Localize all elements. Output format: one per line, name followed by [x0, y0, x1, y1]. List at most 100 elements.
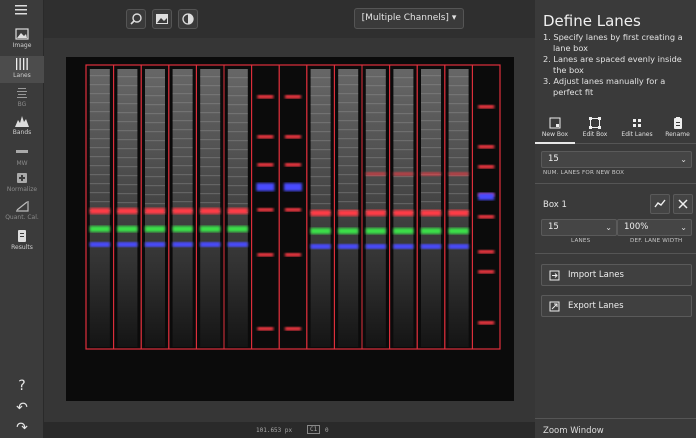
- image-adjust-icon: [156, 14, 168, 24]
- faint-band: [227, 86, 248, 88]
- import-icon: [549, 270, 560, 281]
- faint-band: [200, 85, 221, 87]
- channel-select[interactable]: [Multiple Channels] ▾: [354, 8, 464, 29]
- faint-band: [145, 185, 165, 187]
- tool-results[interactable]: Results: [0, 230, 44, 254]
- red-band: [338, 210, 359, 216]
- cursor-coordinates: 101.653 px: [256, 427, 293, 434]
- faint-band: [448, 94, 469, 96]
- faint-band: [227, 113, 248, 115]
- faint-band: [89, 93, 110, 95]
- tool-mw[interactable]: MW: [0, 146, 44, 168]
- faint-band: [393, 185, 414, 187]
- lane-width-value: 100%: [624, 222, 649, 232]
- faint-band: [145, 194, 165, 196]
- faint-band: [89, 156, 110, 158]
- faint-band: [200, 175, 221, 177]
- tool-image[interactable]: Image: [0, 28, 44, 54]
- lanes-icon: [16, 58, 28, 70]
- faint-band: [200, 112, 221, 114]
- tab-rename[interactable]: Rename: [659, 114, 696, 144]
- tab-new-box[interactable]: New Box: [535, 114, 575, 144]
- num-lanes-select[interactable]: 15 ⌄: [541, 151, 692, 168]
- blue-band: [145, 242, 165, 247]
- marker-band: [257, 135, 274, 139]
- tool-lanes[interactable]: Lanes: [0, 56, 44, 83]
- faint-band: [117, 130, 138, 132]
- faint-band: [365, 121, 386, 123]
- delete-box-button[interactable]: [673, 194, 693, 214]
- faint-band: [117, 139, 138, 141]
- tab-edit-box[interactable]: Edit Box: [575, 114, 615, 144]
- faint-band: [421, 75, 441, 77]
- faint-band: [145, 113, 165, 115]
- red-band: [393, 172, 414, 176]
- gel-image[interactable]: [66, 57, 514, 401]
- faint-band: [338, 75, 359, 77]
- faint-band: [227, 77, 248, 79]
- faint-band: [310, 176, 331, 178]
- help-icon: ?: [18, 378, 26, 394]
- image-adjust-button[interactable]: [152, 9, 172, 29]
- tab-edit-lanes[interactable]: Edit Lanes: [617, 114, 657, 144]
- faint-band: [172, 84, 193, 86]
- faint-band: [448, 103, 469, 105]
- lane-width-select[interactable]: 100% ⌄: [617, 219, 692, 236]
- tool-bg[interactable]: BG: [0, 87, 44, 111]
- zoom-magnifier-icon: [130, 13, 142, 25]
- faint-band: [310, 203, 331, 205]
- blue-band: [448, 244, 469, 249]
- chevron-down-icon: ⌄: [605, 223, 612, 232]
- faint-band: [227, 167, 248, 169]
- faint-band: [421, 147, 441, 149]
- export-lanes-button[interactable]: Export Lanes: [541, 295, 692, 317]
- marker-band: [285, 327, 301, 331]
- faint-band: [310, 104, 331, 106]
- import-lanes-button[interactable]: Import Lanes: [541, 264, 692, 286]
- redo-button[interactable]: ↷: [14, 420, 30, 436]
- tool-quant-cal[interactable]: Quant. Cal.: [0, 200, 44, 224]
- faint-band: [117, 94, 138, 96]
- contrast-button[interactable]: [178, 9, 198, 29]
- image-canvas[interactable]: [44, 38, 535, 422]
- blue-band: [310, 244, 331, 249]
- faint-band: [393, 122, 414, 124]
- marker-blue-band: [256, 183, 275, 191]
- faint-band: [310, 185, 331, 187]
- faint-band: [172, 201, 193, 203]
- help-button[interactable]: ?: [14, 378, 30, 394]
- faint-band: [338, 84, 359, 86]
- blue-band: [89, 242, 110, 247]
- marker-band: [478, 145, 495, 149]
- lane-smear: [365, 69, 386, 347]
- undo-button[interactable]: ↶: [14, 400, 30, 416]
- menu-button[interactable]: [0, 3, 44, 15]
- marker-band: [285, 208, 301, 212]
- red-band: [310, 210, 331, 216]
- channel-value: 0: [325, 427, 329, 434]
- tool-bands[interactable]: Bands: [0, 115, 44, 139]
- lanes-select[interactable]: 15 ⌄: [541, 219, 617, 236]
- lane-profile-button[interactable]: [650, 194, 670, 214]
- faint-band: [89, 75, 110, 77]
- faint-band: [145, 122, 165, 124]
- faint-band: [89, 102, 110, 104]
- panel-title: Define Lanes: [543, 12, 641, 30]
- faint-band: [145, 131, 165, 133]
- tool-normalize[interactable]: Normalize: [0, 172, 44, 196]
- faint-band: [172, 183, 193, 185]
- green-band: [448, 228, 469, 234]
- faint-band: [365, 139, 386, 141]
- faint-band: [421, 183, 441, 185]
- background-icon: [17, 88, 27, 98]
- faint-band: [421, 129, 441, 131]
- blue-band: [393, 244, 414, 249]
- tool-label: Lanes: [13, 72, 31, 79]
- faint-band: [338, 174, 359, 176]
- faint-band: [200, 121, 221, 123]
- red-band: [448, 210, 469, 216]
- green-band: [310, 228, 331, 234]
- faint-band: [172, 174, 193, 176]
- faint-band: [117, 103, 138, 105]
- zoom-button[interactable]: [126, 9, 146, 29]
